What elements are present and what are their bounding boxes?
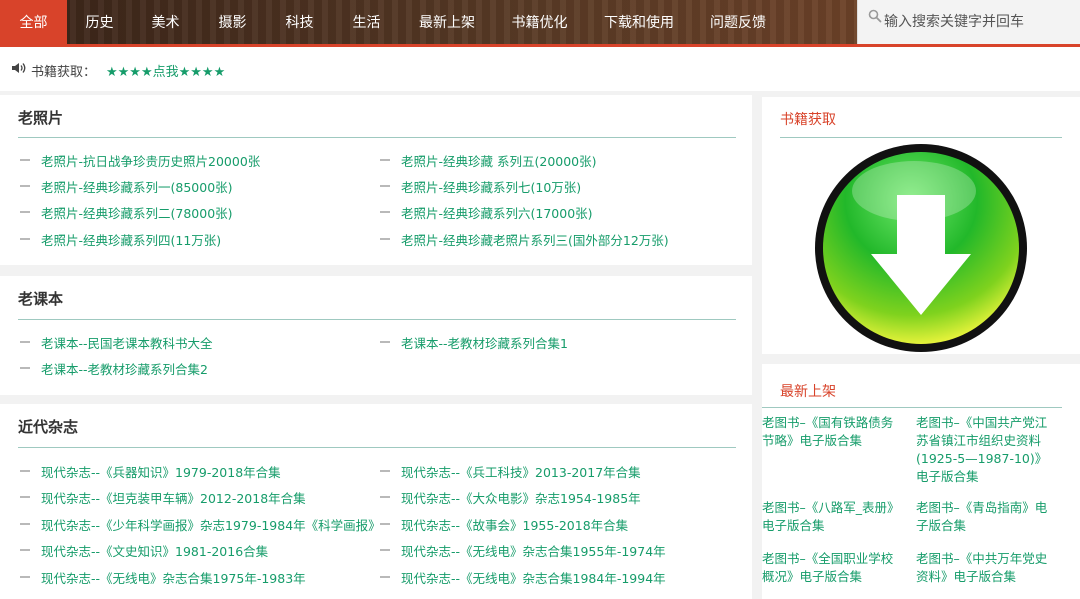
- nav-item-feedback[interactable]: 问题反馈: [693, 0, 783, 47]
- list-item[interactable]: 老课本--老教材珍藏系列合集1: [401, 333, 568, 352]
- list-item[interactable]: 现代杂志--《故事会》1955-2018年合集: [401, 515, 628, 534]
- nav-item-new-arrivals[interactable]: 最新上架: [400, 0, 494, 47]
- list-item[interactable]: 现代杂志--《文史知识》1981-2016合集: [41, 541, 268, 560]
- list-bullet: [20, 185, 30, 187]
- list-bullet: [380, 523, 390, 525]
- list-bullet: [20, 523, 30, 525]
- list-item[interactable]: 现代杂志--《大众电影》杂志1954-1985年: [401, 488, 641, 507]
- sidebar-new-arrivals-panel: 最新上架 老图书–《国有铁路债务节略》电子版合集 老图书–《中国共产党江苏省镇江…: [762, 364, 1080, 599]
- list-item[interactable]: 现代杂志--《少年科学画报》杂志1979-1984年《科学画报》: [41, 515, 381, 534]
- list-bullet: [380, 159, 390, 161]
- section-old-photos: 老照片 老照片-抗日战争珍贵历史照片20000张 老照片-经典珍藏 系列五(20…: [0, 95, 752, 265]
- list-bullet: [20, 159, 30, 161]
- list-bullet: [380, 211, 390, 213]
- section-divider: [18, 319, 736, 320]
- list-bullet: [380, 549, 390, 551]
- new-arrival-item[interactable]: 老图书–《中国共产党江苏省镇江市组织史资料(1925-5—1987-10)》电子…: [916, 414, 1058, 486]
- list-item[interactable]: 老照片-经典珍藏系列四(11万张): [41, 230, 221, 249]
- sidebar-download-panel: 书籍获取: [762, 97, 1080, 354]
- search-icon: [868, 9, 882, 23]
- list-bullet: [20, 341, 30, 343]
- nav-item-art[interactable]: 美术: [132, 0, 199, 47]
- sidebar-title: 最新上架: [780, 384, 836, 400]
- download-arrow-icon[interactable]: [814, 143, 1028, 353]
- notice-bar: 书籍获取： ★★★★点我★★★★: [0, 47, 1080, 91]
- list-bullet: [380, 185, 390, 187]
- sidebar-divider: [780, 137, 1062, 138]
- list-bullet: [20, 576, 30, 578]
- list-bullet: [380, 576, 390, 578]
- list-bullet: [20, 470, 30, 472]
- list-bullet: [20, 211, 30, 213]
- list-item[interactable]: 现代杂志--《无线电》杂志合集1955年-1974年: [401, 541, 666, 560]
- list-bullet: [20, 238, 30, 240]
- top-nav: 全部 历史 美术 摄影 科技 生活 最新上架 书籍优化 下载和使用 问题反馈: [0, 0, 1080, 47]
- new-arrival-item[interactable]: 老图书–《国有铁路债务节略》电子版合集: [762, 414, 904, 450]
- new-arrival-item[interactable]: 老图书–《八路军_表册》电子版合集: [762, 499, 904, 535]
- list-bullet: [380, 238, 390, 240]
- nav-item-book-optimization[interactable]: 书籍优化: [494, 0, 585, 47]
- list-item[interactable]: 老照片-抗日战争珍贵历史照片20000张: [41, 151, 260, 170]
- list-bullet: [20, 367, 30, 369]
- list-item[interactable]: 现代杂志--《无线电》杂志合集1975年-1983年: [41, 568, 306, 587]
- search-input[interactable]: [884, 8, 1074, 36]
- section-title: 近代杂志: [18, 418, 79, 436]
- list-bullet: [20, 496, 30, 498]
- section-old-textbooks: 老课本 老课本--民国老课本教科书大全 老课本--老教材珍藏系列合集1 老课本-…: [0, 276, 752, 395]
- nav-item-life[interactable]: 生活: [333, 0, 400, 47]
- section-divider: [18, 137, 736, 138]
- notice-label: 书籍获取：: [31, 65, 97, 80]
- new-arrival-item[interactable]: 老图书–《青岛指南》电子版合集: [916, 499, 1058, 535]
- list-item[interactable]: 老照片-经典珍藏系列七(10万张): [401, 177, 581, 196]
- nav-item-photography[interactable]: 摄影: [199, 0, 266, 47]
- search-box: [857, 0, 1080, 44]
- nav-item-download-usage[interactable]: 下载和使用: [585, 0, 693, 47]
- section-title: 老课本: [18, 290, 64, 308]
- list-item[interactable]: 老课本--老教材珍藏系列合集2: [41, 359, 208, 378]
- nav-item-history[interactable]: 历史: [67, 0, 132, 47]
- new-arrival-item[interactable]: 老图书–《全国职业学校概况》电子版合集: [762, 550, 904, 586]
- list-item[interactable]: 老照片-经典珍藏系列六(17000张): [401, 203, 593, 222]
- list-item[interactable]: 老照片-经典珍藏老照片系列三(国外部分12万张): [401, 230, 669, 249]
- list-item[interactable]: 现代杂志--《兵器知识》1979-2018年合集: [41, 462, 281, 481]
- sidebar-title: 书籍获取: [780, 112, 836, 128]
- nav-item-all[interactable]: 全部: [0, 0, 67, 47]
- list-item[interactable]: 老照片-经典珍藏 系列五(20000张): [401, 151, 597, 170]
- list-item[interactable]: 老照片-经典珍藏系列一(85000张): [41, 177, 233, 196]
- list-bullet: [380, 341, 390, 343]
- list-bullet: [380, 470, 390, 472]
- sidebar-divider: [762, 407, 1062, 408]
- list-item[interactable]: 现代杂志--《兵工科技》2013-2017年合集: [401, 462, 641, 481]
- notice-link[interactable]: ★★★★点我★★★★: [106, 61, 225, 80]
- list-bullet: [380, 496, 390, 498]
- nav-item-technology[interactable]: 科技: [266, 0, 333, 47]
- new-arrival-item[interactable]: 老图书–《中共万年党史资料》电子版合集: [916, 550, 1058, 586]
- list-bullet: [20, 549, 30, 551]
- section-title: 老照片: [18, 109, 64, 127]
- section-modern-magazines: 近代杂志 现代杂志--《兵器知识》1979-2018年合集 现代杂志--《兵工科…: [0, 404, 752, 599]
- list-item[interactable]: 现代杂志--《无线电》杂志合集1984年-1994年: [401, 568, 666, 587]
- section-divider: [18, 447, 736, 448]
- speaker-icon: [12, 63, 26, 73]
- list-item[interactable]: 老照片-经典珍藏系列二(78000张): [41, 203, 233, 222]
- list-item[interactable]: 现代杂志--《坦克装甲车辆》2012-2018年合集: [41, 488, 306, 507]
- list-item[interactable]: 老课本--民国老课本教科书大全: [41, 333, 213, 352]
